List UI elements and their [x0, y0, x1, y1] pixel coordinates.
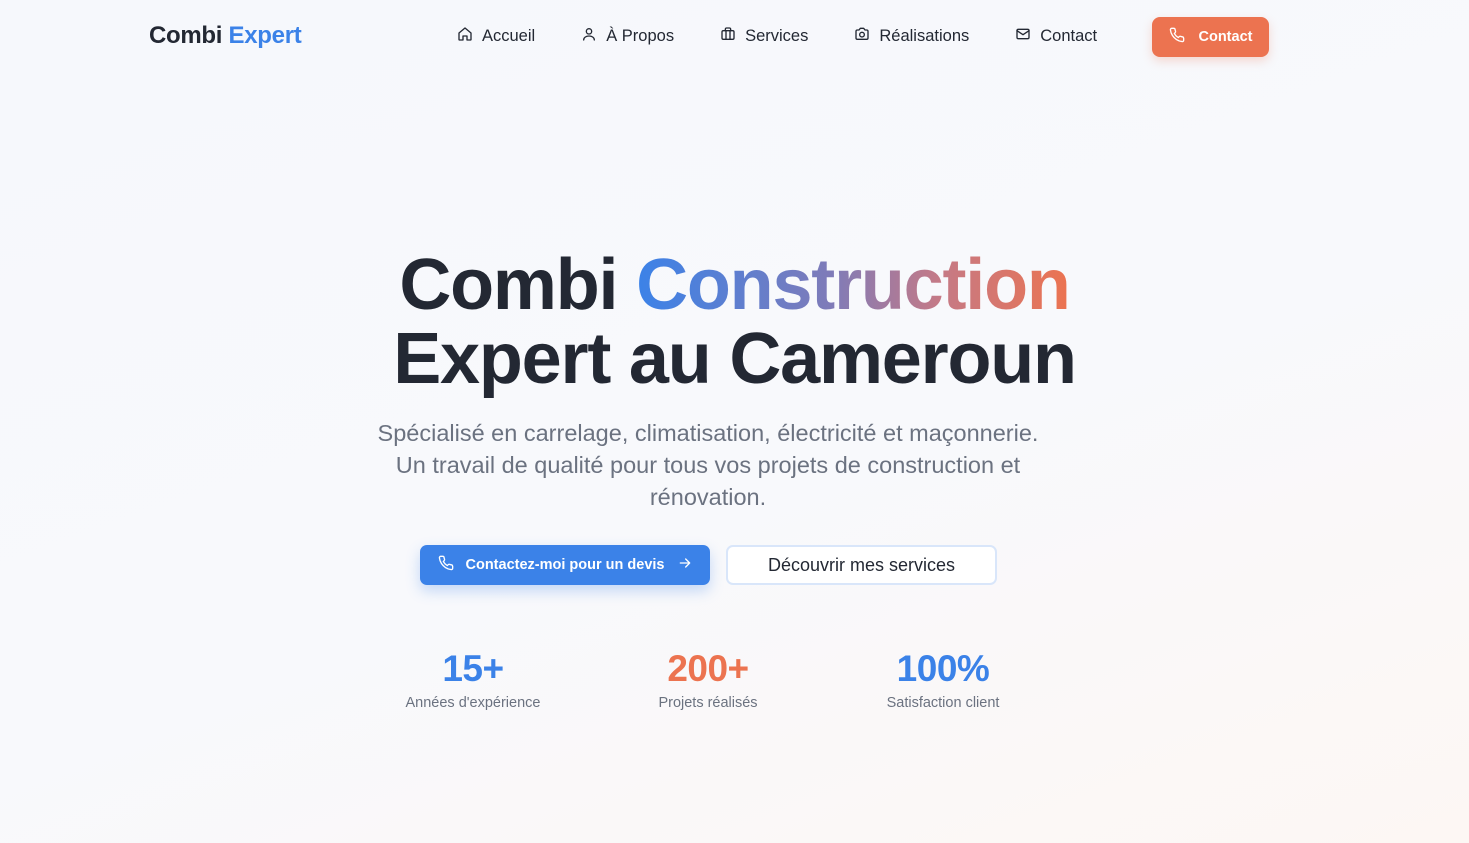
nav-label: Accueil: [482, 27, 536, 45]
nav-item-services[interactable]: Services: [720, 26, 808, 47]
stat-label: Projets réalisés: [658, 695, 758, 711]
stat-experience: 15+ Années d'expérience: [373, 648, 573, 711]
camera-icon: [854, 26, 870, 47]
mail-icon: [1015, 26, 1031, 47]
home-icon: [457, 26, 473, 47]
nav-label: Réalisations: [879, 27, 970, 45]
nav-label: Services: [745, 27, 809, 45]
stat-projects: 200+ Projets réalisés: [608, 648, 808, 711]
nav-label: À Propos: [606, 27, 675, 45]
hero-subtitle: Spécialisé en carrelage, climatisation, …: [377, 420, 1039, 510]
arrow-right-icon: [677, 555, 693, 575]
user-icon: [581, 26, 597, 47]
hero-title-part1: Combi: [399, 245, 637, 325]
contact-button-label: Contact: [1198, 29, 1253, 45]
nav-item-accueil[interactable]: Accueil: [457, 26, 535, 47]
hero-title: Combi Construction Expert au Cameroun: [0, 248, 1469, 396]
phone-icon: [438, 555, 454, 575]
brand-name-part2: Expert: [228, 22, 302, 49]
navbar: Combi Expert Accueil À Propos Services R…: [0, 0, 1469, 74]
discover-services-button[interactable]: Découvrir mes services: [726, 545, 997, 585]
brand-name-part1: Combi: [149, 22, 223, 49]
hero-title-line2: Expert au Cameroun: [393, 319, 1077, 399]
hero-title-highlight: Construction: [636, 245, 1071, 325]
contact-button[interactable]: Contact: [1152, 17, 1269, 57]
nav-label: Contact: [1040, 27, 1098, 45]
phone-icon: [1169, 27, 1185, 47]
brand-logo[interactable]: Combi Expert: [149, 22, 302, 50]
request-quote-label: Contactez-moi pour un devis: [465, 557, 665, 573]
stat-value: 200+: [667, 648, 749, 689]
request-quote-button[interactable]: Contactez-moi pour un devis: [420, 545, 710, 585]
stat-label: Satisfaction client: [886, 695, 1000, 711]
nav-item-a-propos[interactable]: À Propos: [581, 26, 674, 47]
stat-value: 15+: [442, 648, 504, 689]
nav-links: Accueil À Propos Services Réalisations C…: [457, 26, 1097, 47]
nav-item-realisations[interactable]: Réalisations: [854, 26, 969, 47]
stat-value: 100%: [896, 648, 990, 689]
stat-label: Années d'expérience: [405, 695, 541, 711]
stat-satisfaction: 100% Satisfaction client: [843, 648, 1043, 711]
nav-item-contact[interactable]: Contact: [1015, 26, 1097, 47]
briefcase-icon: [720, 26, 736, 47]
